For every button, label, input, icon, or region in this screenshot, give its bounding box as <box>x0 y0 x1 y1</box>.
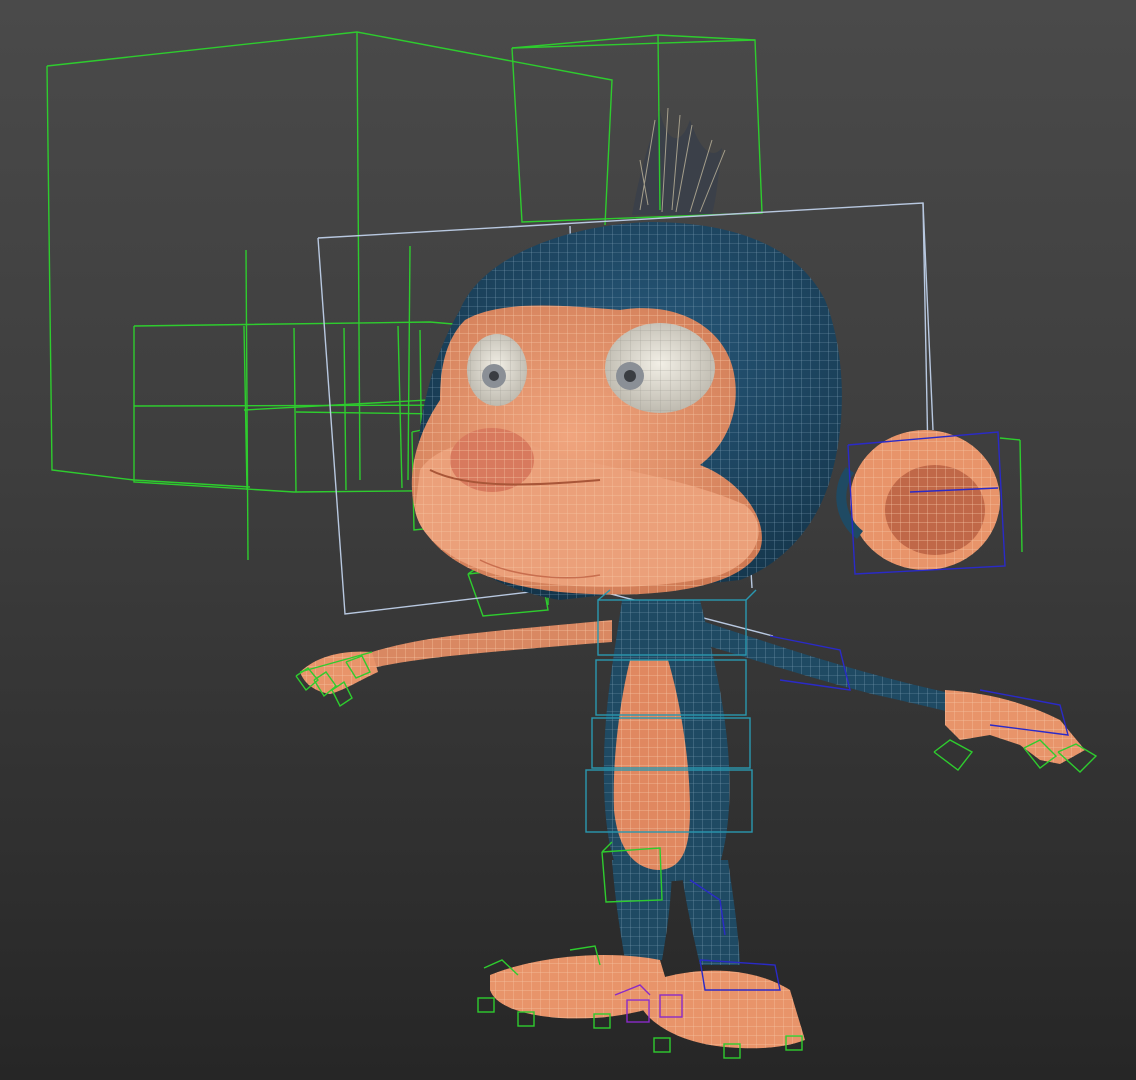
eye-right[interactable] <box>605 323 715 413</box>
scene-canvas[interactable] <box>0 0 1136 1080</box>
viewport-3d[interactable] <box>0 0 1136 1080</box>
ear-right[interactable] <box>836 430 1000 570</box>
eye-left[interactable] <box>467 334 527 406</box>
left-arm-mesh[interactable] <box>372 620 612 668</box>
head-mesh[interactable] <box>411 222 842 600</box>
right-foot-mesh[interactable] <box>640 970 805 1049</box>
right-arm-mesh[interactable] <box>705 622 955 712</box>
hair-tuft[interactable] <box>632 107 726 215</box>
right-hand-mesh[interactable] <box>945 690 1085 764</box>
